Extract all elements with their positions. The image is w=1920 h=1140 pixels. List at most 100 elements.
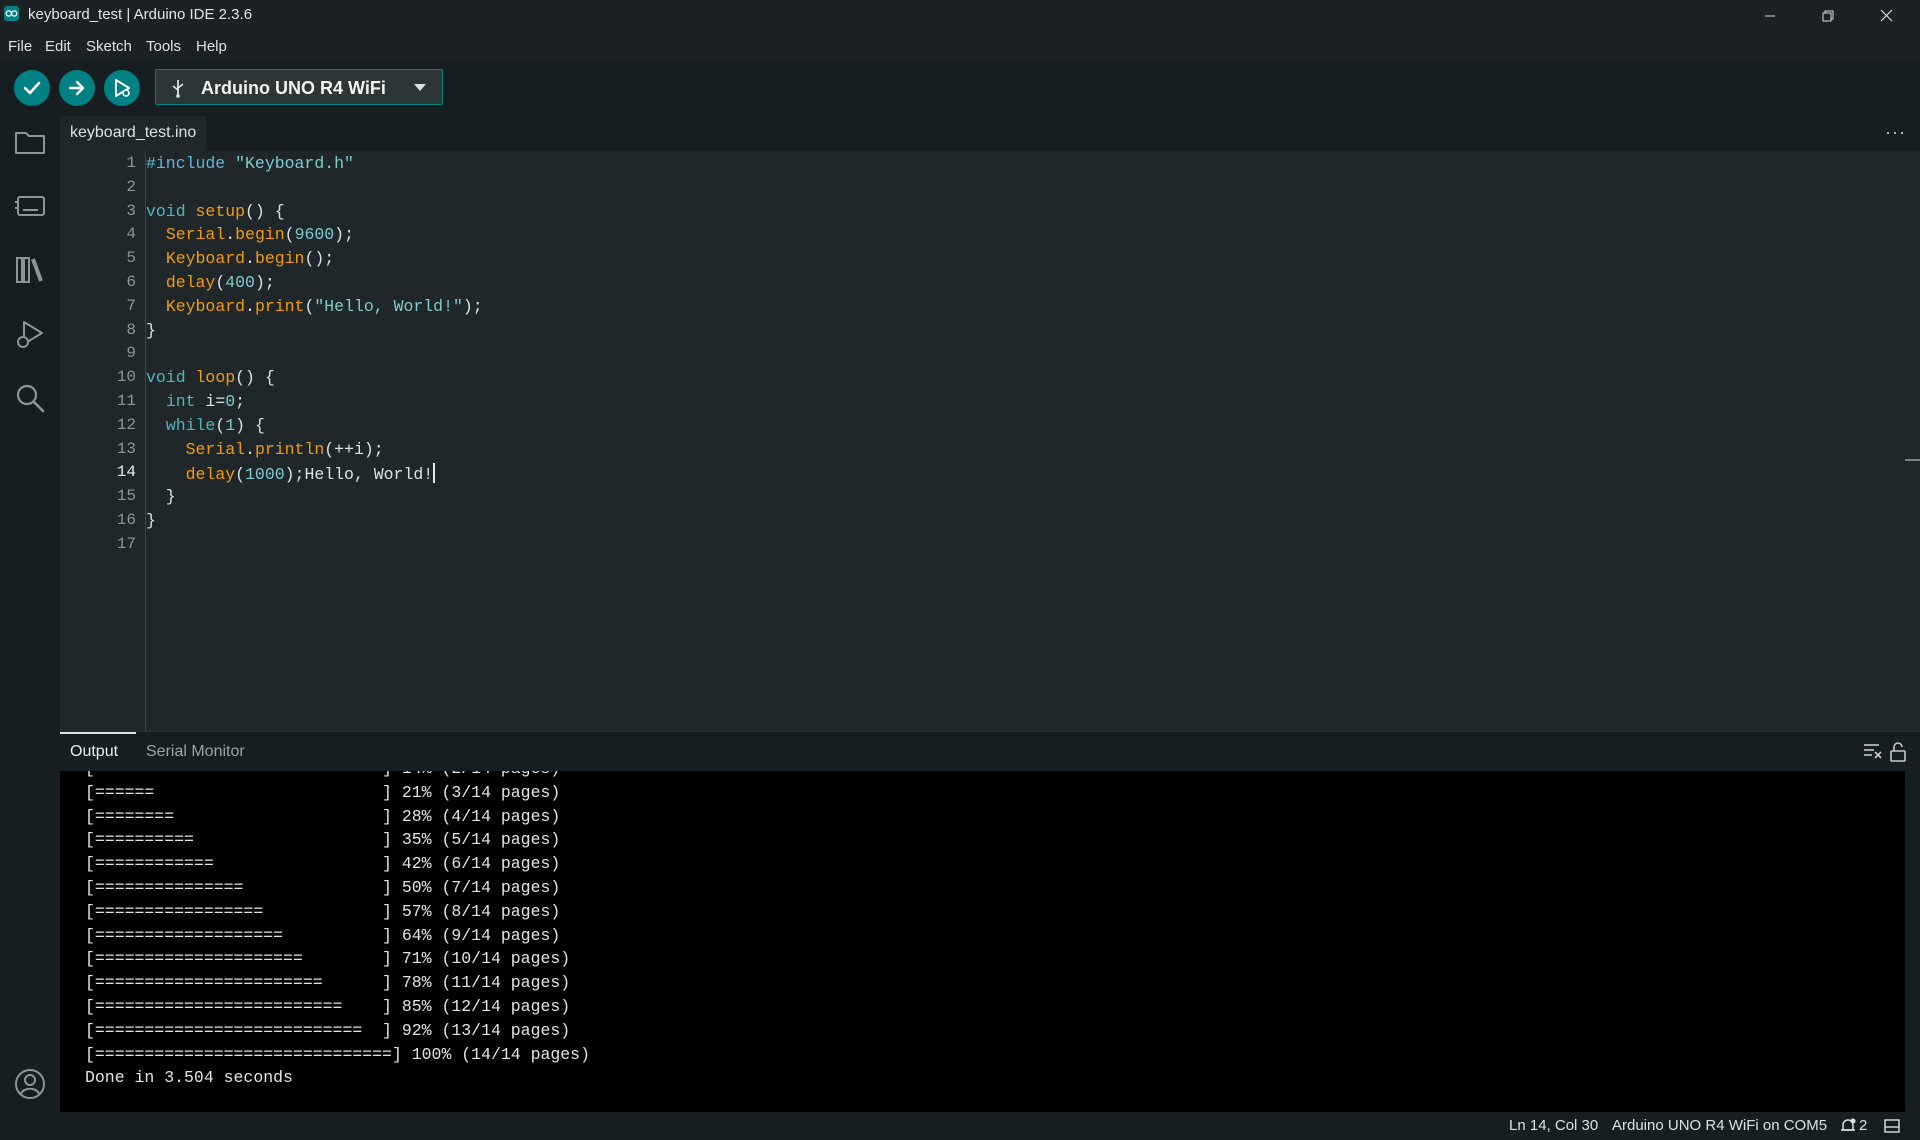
line-number: 17 xyxy=(116,534,136,553)
lock-icon[interactable] xyxy=(1889,742,1907,762)
output-line: [==============================] 100% (1… xyxy=(85,1044,590,1064)
code-line[interactable]: delay(1000);Hello, World! xyxy=(146,463,436,487)
line-number: 3 xyxy=(126,201,136,220)
sketchbook-button[interactable] xyxy=(12,124,48,160)
code-token: print xyxy=(254,296,305,316)
code-token: ); xyxy=(462,296,483,316)
menu-tools[interactable]: Tools xyxy=(146,38,181,55)
line-number: 16 xyxy=(116,511,136,529)
code-token: } xyxy=(146,320,156,340)
code-token: "Hello, World!" xyxy=(314,296,463,316)
clear-output-icon[interactable] xyxy=(1862,742,1882,760)
code-area[interactable]: #include "Keyboard.h" void setup() { Seri… xyxy=(145,151,1886,731)
code-token: . xyxy=(225,225,236,245)
code-token: } xyxy=(146,487,176,507)
chevron-down-icon xyxy=(414,84,426,91)
code-line[interactable]: Keyboard.begin(); xyxy=(146,249,334,273)
account-button[interactable] xyxy=(12,1066,48,1102)
output-line: [========== ] 35% (5/14 pages) xyxy=(85,830,561,850)
tab-serial-monitor[interactable]: Serial Monitor xyxy=(146,743,245,761)
code-line[interactable]: delay(400); xyxy=(146,273,275,297)
scrollbar-marker[interactable] xyxy=(1905,459,1920,461)
board-selector[interactable]: Arduino UNO R4 WiFi xyxy=(155,69,443,105)
board-manager-icon xyxy=(15,196,45,216)
close-button[interactable] xyxy=(1857,0,1915,31)
menu-file[interactable]: File xyxy=(8,38,32,55)
debug-button[interactable] xyxy=(104,70,140,106)
code-token: 1000 xyxy=(245,465,285,485)
line-number: 11 xyxy=(116,392,136,410)
line-number: 5 xyxy=(126,249,136,268)
library-icon xyxy=(16,257,43,283)
editor-tab-bar: keyboard_test.ino ··· xyxy=(60,116,1920,151)
code-token: begin xyxy=(235,225,285,245)
minimize-button[interactable] xyxy=(1741,0,1799,31)
code-token: (++i); xyxy=(324,439,384,459)
code-token: delay xyxy=(165,273,216,292)
tab-output[interactable]: Output xyxy=(70,743,118,761)
notification-count: 2 xyxy=(1859,1117,1868,1134)
code-line[interactable]: } xyxy=(146,511,156,535)
code-line[interactable]: Serial.begin(9600); xyxy=(146,225,354,249)
code-token: i= xyxy=(195,392,226,411)
code-token: begin xyxy=(254,249,305,269)
line-number: 9 xyxy=(126,344,136,363)
code-token: . xyxy=(245,439,255,459)
status-bar: Ln 14, Col 30 Arduino UNO R4 WiFi on COM… xyxy=(0,1112,1920,1140)
active-tab-indicator xyxy=(60,732,136,734)
tab-keyboard-test[interactable]: keyboard_test.ino xyxy=(60,116,207,151)
toggle-panel-icon[interactable] xyxy=(1884,1119,1900,1133)
code-line[interactable]: } xyxy=(146,487,176,511)
output-console[interactable]: [==== ] 14% (2/14 pages)[====== ] 21% (3… xyxy=(60,771,1905,1112)
code-line[interactable]: Keyboard.print("Hello, World!"); xyxy=(146,297,483,321)
search-button[interactable] xyxy=(12,380,48,416)
debug-icon xyxy=(115,79,130,97)
code-token: setup xyxy=(195,201,246,221)
notification-bell-icon[interactable] xyxy=(1840,1118,1856,1134)
code-line[interactable]: void loop() { xyxy=(146,368,275,392)
menu-bar: File Edit Sketch Tools Help xyxy=(0,31,1920,62)
code-token: . xyxy=(245,249,255,269)
library-manager-button[interactable] xyxy=(12,252,48,288)
code-token: 1 xyxy=(225,415,236,435)
menu-help[interactable]: Help xyxy=(196,38,227,55)
code-token: );Hello, World! xyxy=(284,465,434,485)
cursor-position[interactable]: Ln 14, Col 30 xyxy=(1509,1117,1598,1134)
line-number: 8 xyxy=(126,320,136,339)
verify-button[interactable] xyxy=(14,70,50,106)
code-token: ; xyxy=(235,392,246,411)
arduino-logo-icon xyxy=(4,6,19,21)
code-line[interactable]: } xyxy=(146,321,156,345)
window-title: keyboard_test | Arduino IDE 2.3.6 xyxy=(28,6,253,23)
code-token: ( xyxy=(235,465,246,485)
text-cursor xyxy=(433,463,436,484)
debug-panel-button[interactable] xyxy=(12,316,48,352)
more-actions-button[interactable]: ··· xyxy=(1885,122,1906,143)
board-port-status[interactable]: Arduino UNO R4 WiFi on COM5 xyxy=(1612,1117,1827,1134)
code-line[interactable]: #include "Keyboard.h" xyxy=(146,154,354,178)
boards-manager-button[interactable] xyxy=(12,188,48,224)
output-line: [========================= ] 85% (12/14 … xyxy=(85,997,571,1016)
code-token: . xyxy=(245,296,255,316)
code-token: Serial xyxy=(185,439,246,459)
menu-sketch[interactable]: Sketch xyxy=(86,38,132,55)
output-line: Done in 3.504 seconds xyxy=(85,1068,293,1088)
restore-button[interactable] xyxy=(1799,0,1857,31)
code-line[interactable]: Serial.println(++i); xyxy=(146,440,384,464)
menu-edit[interactable]: Edit xyxy=(45,38,71,55)
code-editor[interactable]: 1 2 3 4 5 6 7 8 9 10 11 12 13 14 15 16 17 #include "Keyb… xyxy=(60,151,1920,731)
code-token: ); xyxy=(254,273,275,292)
upload-button[interactable] xyxy=(59,70,95,106)
output-line: [============ ] 42% (6/14 pages) xyxy=(85,854,561,874)
code-line[interactable]: while(1) { xyxy=(146,416,265,440)
code-line[interactable]: int i=0; xyxy=(146,392,245,416)
output-line: [=============== ] 50% (7/14 pages) xyxy=(85,878,561,897)
line-number: 4 xyxy=(126,225,136,244)
upload-icon xyxy=(68,80,85,96)
code-token: Keyboard xyxy=(165,249,246,269)
code-line[interactable]: void setup() { xyxy=(146,202,285,226)
